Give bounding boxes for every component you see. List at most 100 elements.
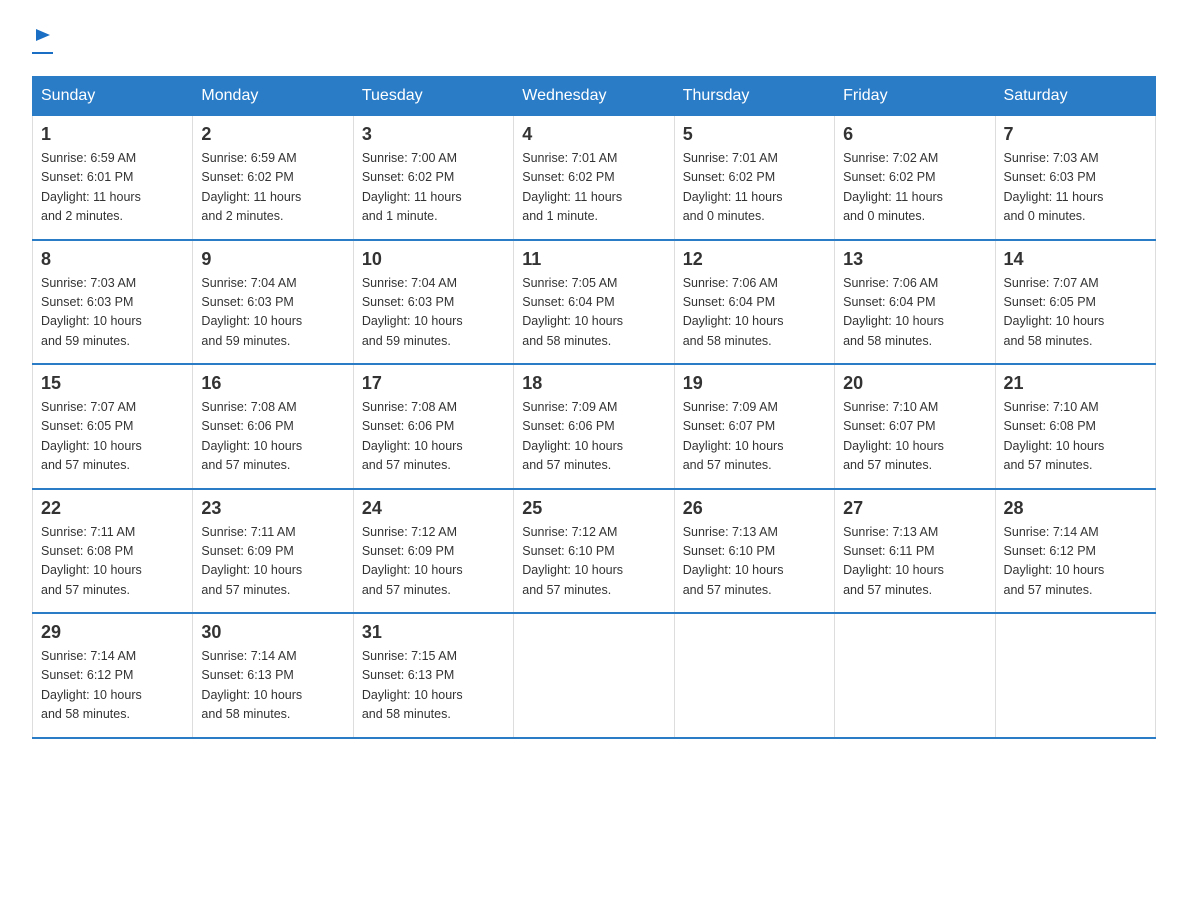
day-info: Sunrise: 7:03 AMSunset: 6:03 PMDaylight:… — [1004, 149, 1147, 227]
sunrise-text: Sunrise: 7:08 AMSunset: 6:06 PMDaylight:… — [201, 400, 302, 472]
calendar-day-cell: 3Sunrise: 7:00 AMSunset: 6:02 PMDaylight… — [353, 116, 513, 240]
day-number: 11 — [522, 249, 665, 270]
day-info: Sunrise: 7:04 AMSunset: 6:03 PMDaylight:… — [201, 274, 344, 352]
day-info: Sunrise: 7:01 AMSunset: 6:02 PMDaylight:… — [522, 149, 665, 227]
calendar-day-cell: 7Sunrise: 7:03 AMSunset: 6:03 PMDaylight… — [995, 116, 1155, 240]
calendar-week-row: 29 Sunrise: 7:14 AMSunset: 6:12 PMDayligh… — [33, 613, 1156, 738]
day-number: 1 — [41, 124, 184, 145]
col-header-monday: Monday — [193, 77, 353, 116]
col-header-tuesday: Tuesday — [353, 77, 513, 116]
day-info: Sunrise: 7:10 AMSunset: 6:07 PMDaylight:… — [843, 398, 986, 476]
sunrise-text: Sunrise: 6:59 AMSunset: 6:02 PMDaylight:… — [201, 151, 301, 223]
day-info: Sunrise: 6:59 AMSunset: 6:02 PMDaylight:… — [201, 149, 344, 227]
day-number: 12 — [683, 249, 826, 270]
day-info: Sunrise: 7:08 AMSunset: 6:06 PMDaylight:… — [362, 398, 505, 476]
sunrise-text: Sunrise: 7:14 AMSunset: 6:12 PMDaylight:… — [41, 649, 142, 721]
col-header-sunday: Sunday — [33, 77, 193, 116]
sunrise-text: Sunrise: 7:11 AMSunset: 6:09 PMDaylight:… — [201, 525, 302, 597]
day-info: Sunrise: 7:14 AMSunset: 6:12 PMDaylight:… — [41, 647, 184, 725]
calendar-day-cell: 30Sunrise: 7:14 AMSunset: 6:13 PMDayligh… — [193, 613, 353, 738]
calendar-week-row: 15Sunrise: 7:07 AMSunset: 6:05 PMDayligh… — [33, 364, 1156, 489]
sunrise-text: Sunrise: 7:03 AMSunset: 6:03 PMDaylight:… — [1004, 151, 1104, 223]
day-info: Sunrise: 7:12 AMSunset: 6:09 PMDaylight:… — [362, 523, 505, 601]
sunrise-text: Sunrise: 7:07 AMSunset: 6:05 PMDaylight:… — [41, 400, 142, 472]
calendar-header-row: SundayMondayTuesdayWednesdayThursdayFrid… — [33, 77, 1156, 116]
day-info: Sunrise: 7:15 AMSunset: 6:13 PMDaylight:… — [362, 647, 505, 725]
day-info: Sunrise: 7:03 AMSunset: 6:03 PMDaylight:… — [41, 274, 184, 352]
day-number: 25 — [522, 498, 665, 519]
logo-blue-text — [32, 52, 53, 56]
sunrise-text: Sunrise: 7:09 AMSunset: 6:07 PMDaylight:… — [683, 400, 784, 472]
calendar-day-cell: 23 Sunrise: 7:11 AMSunset: 6:09 PMDayligh… — [193, 489, 353, 614]
day-info: Sunrise: 7:08 AMSunset: 6:06 PMDaylight:… — [201, 398, 344, 476]
day-number: 23 — [201, 498, 344, 519]
day-info: Sunrise: 7:06 AMSunset: 6:04 PMDaylight:… — [683, 274, 826, 352]
calendar-day-cell: 26Sunrise: 7:13 AMSunset: 6:10 PMDayligh… — [674, 489, 834, 614]
sunrise-text: Sunrise: 7:04 AMSunset: 6:03 PMDaylight:… — [362, 276, 463, 348]
day-number: 27 — [843, 498, 986, 519]
calendar-day-cell: 1Sunrise: 6:59 AMSunset: 6:01 PMDaylight… — [33, 116, 193, 240]
sunrise-text: Sunrise: 7:06 AMSunset: 6:04 PMDaylight:… — [683, 276, 784, 348]
calendar-day-cell: 19 Sunrise: 7:09 AMSunset: 6:07 PMDayligh… — [674, 364, 834, 489]
day-number: 17 — [362, 373, 505, 394]
calendar-week-row: 8 Sunrise: 7:03 AMSunset: 6:03 PMDaylight… — [33, 240, 1156, 365]
day-number: 13 — [843, 249, 986, 270]
calendar-day-cell: 12 Sunrise: 7:06 AMSunset: 6:04 PMDayligh… — [674, 240, 834, 365]
day-number: 2 — [201, 124, 344, 145]
calendar-empty-cell — [835, 613, 995, 738]
day-info: Sunrise: 7:06 AMSunset: 6:04 PMDaylight:… — [843, 274, 986, 352]
day-info: Sunrise: 7:07 AMSunset: 6:05 PMDaylight:… — [41, 398, 184, 476]
day-info: Sunrise: 7:11 AMSunset: 6:08 PMDaylight:… — [41, 523, 184, 601]
logo-flag-icon — [34, 27, 52, 49]
sunrise-text: Sunrise: 7:05 AMSunset: 6:04 PMDaylight:… — [522, 276, 623, 348]
day-number: 28 — [1004, 498, 1147, 519]
day-number: 19 — [683, 373, 826, 394]
sunrise-text: Sunrise: 7:11 AMSunset: 6:08 PMDaylight:… — [41, 525, 142, 597]
day-info: Sunrise: 7:12 AMSunset: 6:10 PMDaylight:… — [522, 523, 665, 601]
day-number: 9 — [201, 249, 344, 270]
day-number: 8 — [41, 249, 184, 270]
day-info: Sunrise: 7:11 AMSunset: 6:09 PMDaylight:… — [201, 523, 344, 601]
day-info: Sunrise: 7:13 AMSunset: 6:10 PMDaylight:… — [683, 523, 826, 601]
calendar-day-cell: 21Sunrise: 7:10 AMSunset: 6:08 PMDayligh… — [995, 364, 1155, 489]
day-number: 31 — [362, 622, 505, 643]
calendar-empty-cell — [674, 613, 834, 738]
calendar-day-cell: 24Sunrise: 7:12 AMSunset: 6:09 PMDayligh… — [353, 489, 513, 614]
sunrise-text: Sunrise: 7:01 AMSunset: 6:02 PMDaylight:… — [683, 151, 783, 223]
sunrise-text: Sunrise: 7:09 AMSunset: 6:06 PMDaylight:… — [522, 400, 623, 472]
sunrise-text: Sunrise: 7:04 AMSunset: 6:03 PMDaylight:… — [201, 276, 302, 348]
calendar-day-cell: 18Sunrise: 7:09 AMSunset: 6:06 PMDayligh… — [514, 364, 674, 489]
day-number: 20 — [843, 373, 986, 394]
sunrise-text: Sunrise: 7:01 AMSunset: 6:02 PMDaylight:… — [522, 151, 622, 223]
day-info: Sunrise: 7:04 AMSunset: 6:03 PMDaylight:… — [362, 274, 505, 352]
sunrise-text: Sunrise: 7:12 AMSunset: 6:10 PMDaylight:… — [522, 525, 623, 597]
day-info: Sunrise: 7:02 AMSunset: 6:02 PMDaylight:… — [843, 149, 986, 227]
sunrise-text: Sunrise: 7:13 AMSunset: 6:10 PMDaylight:… — [683, 525, 784, 597]
day-info: Sunrise: 7:01 AMSunset: 6:02 PMDaylight:… — [683, 149, 826, 227]
day-number: 29 — [41, 622, 184, 643]
calendar-day-cell: 10Sunrise: 7:04 AMSunset: 6:03 PMDayligh… — [353, 240, 513, 365]
calendar-day-cell: 13 Sunrise: 7:06 AMSunset: 6:04 PMDayligh… — [835, 240, 995, 365]
calendar-day-cell: 25 Sunrise: 7:12 AMSunset: 6:10 PMDayligh… — [514, 489, 674, 614]
calendar-week-row: 1Sunrise: 6:59 AMSunset: 6:01 PMDaylight… — [33, 116, 1156, 240]
col-header-saturday: Saturday — [995, 77, 1155, 116]
day-number: 14 — [1004, 249, 1147, 270]
col-header-wednesday: Wednesday — [514, 77, 674, 116]
day-info: Sunrise: 7:09 AMSunset: 6:07 PMDaylight:… — [683, 398, 826, 476]
calendar-empty-cell — [995, 613, 1155, 738]
sunrise-text: Sunrise: 7:12 AMSunset: 6:09 PMDaylight:… — [362, 525, 463, 597]
sunrise-text: Sunrise: 7:15 AMSunset: 6:13 PMDaylight:… — [362, 649, 463, 721]
day-info: Sunrise: 7:14 AMSunset: 6:13 PMDaylight:… — [201, 647, 344, 725]
day-info: Sunrise: 7:10 AMSunset: 6:08 PMDaylight:… — [1004, 398, 1147, 476]
sunrise-text: Sunrise: 7:14 AMSunset: 6:13 PMDaylight:… — [201, 649, 302, 721]
sunrise-text: Sunrise: 7:02 AMSunset: 6:02 PMDaylight:… — [843, 151, 943, 223]
sunrise-text: Sunrise: 7:06 AMSunset: 6:04 PMDaylight:… — [843, 276, 944, 348]
calendar-day-cell: 28Sunrise: 7:14 AMSunset: 6:12 PMDayligh… — [995, 489, 1155, 614]
logo — [32, 24, 53, 56]
day-info: Sunrise: 7:05 AMSunset: 6:04 PMDaylight:… — [522, 274, 665, 352]
calendar-day-cell: 5Sunrise: 7:01 AMSunset: 6:02 PMDaylight… — [674, 116, 834, 240]
day-info: Sunrise: 7:00 AMSunset: 6:02 PMDaylight:… — [362, 149, 505, 227]
sunrise-text: Sunrise: 7:08 AMSunset: 6:06 PMDaylight:… — [362, 400, 463, 472]
calendar-day-cell: 9 Sunrise: 7:04 AMSunset: 6:03 PMDaylight… — [193, 240, 353, 365]
day-info: Sunrise: 7:09 AMSunset: 6:06 PMDaylight:… — [522, 398, 665, 476]
